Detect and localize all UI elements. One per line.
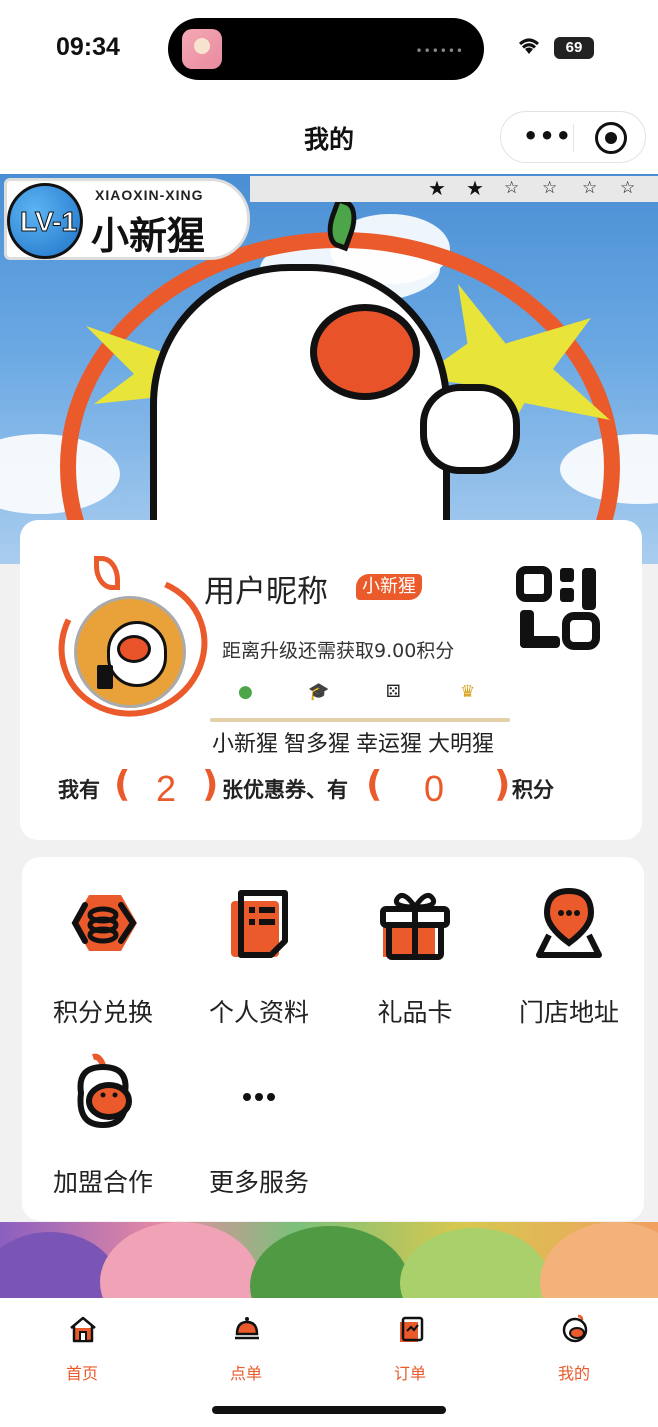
gift-box-icon <box>380 892 450 960</box>
watermelon-illustration <box>250 1226 410 1298</box>
service-gift-card[interactable]: 礼品卡 <box>340 857 490 1027</box>
service-profile[interactable]: 个人资料 <box>184 857 334 1027</box>
avatar[interactable] <box>74 596 186 708</box>
level-circle: LV-1 <box>7 183 83 259</box>
level-banner: ★ ★ ☆ ☆ ☆ ☆ LV-1 XIAOXIN-XING 小新猩 <box>0 174 658 564</box>
battery-icon: 69 <box>554 37 594 59</box>
home-icon <box>70 1316 96 1343</box>
mini-program-capsule: ••• <box>500 111 646 163</box>
monkey-mascot-icon <box>77 1053 132 1129</box>
star-outline-icon: ☆ <box>582 178 598 198</box>
order-list-icon <box>400 1316 424 1342</box>
level-name-cn: 小新猩 <box>91 214 206 258</box>
mascot-face <box>310 304 420 400</box>
paren-close: ) <box>494 764 511 805</box>
summary-prefix: 我有 <box>58 778 100 802</box>
points-count[interactable]: 0 <box>412 768 456 810</box>
avatar-wrap[interactable] <box>38 554 228 738</box>
level-stars: ★ ★ ☆ ☆ ☆ ☆ <box>250 176 658 202</box>
home-indicator <box>212 1406 446 1414</box>
star-filled-icon: ★ <box>428 176 446 200</box>
fruit-decoration-strip <box>0 1222 658 1298</box>
points-exchange-icon <box>71 895 137 951</box>
profile-card: 用户昵称 小新猩 距离升级还需获取9.00积分 ● 🎓 ⚄ ♛ 小新猩 智多猩 幸运… <box>20 520 642 840</box>
level-name-en: XIAOXIN-XING <box>95 187 204 203</box>
account-summary: 我有 ( 2 ) 张优惠券、有 ( 0 ) 积分 <box>58 764 618 814</box>
service-label: 个人资料 <box>208 998 309 1027</box>
tab-mine[interactable]: 我的 <box>514 1314 634 1384</box>
dynamic-island: •••••• <box>168 18 484 80</box>
summary-mid: 张优惠券、有 <box>222 778 348 802</box>
crown-icon: ♛ <box>460 682 476 702</box>
app-icon <box>182 29 222 69</box>
star-outline-icon: ☆ <box>620 178 636 198</box>
service-label: 礼品卡 <box>377 998 453 1027</box>
level-progress-line <box>210 718 510 722</box>
target-icon[interactable] <box>595 122 627 154</box>
star-outline-icon: ☆ <box>504 178 520 198</box>
level-names: 小新猩 智多猩 幸运猩 大明猩 <box>212 726 500 758</box>
service-label: 积分兑换 <box>52 998 153 1027</box>
tab-order-now[interactable]: 点单 <box>186 1314 306 1384</box>
tab-label: 点单 <box>229 1364 262 1383</box>
tab-label: 首页 <box>65 1364 98 1383</box>
tab-home[interactable]: 首页 <box>22 1314 142 1384</box>
star-outline-icon: ☆ <box>542 178 558 198</box>
level-name: 幸运猩 <box>356 732 423 757</box>
more-dots-icon <box>243 1093 275 1101</box>
service-franchise[interactable]: 加盟合作 <box>28 1027 178 1197</box>
upgrade-tip: 距离升级还需获取9.00积分 <box>222 640 455 662</box>
user-nickname[interactable]: 用户昵称 <box>204 566 328 611</box>
lime-illustration <box>400 1228 550 1298</box>
qr-code-icon[interactable] <box>516 566 604 652</box>
level-name: 大明猩 <box>428 732 495 757</box>
service-points-exchange[interactable]: 积分兑换 <box>28 857 178 1027</box>
service-label: 加盟合作 <box>52 1168 153 1197</box>
status-bar: 09:34 •••••• 69 <box>0 0 658 96</box>
level-name: 智多猩 <box>284 732 351 757</box>
level-icons: ● 🎓 ⚄ ♛ <box>216 682 516 706</box>
location-pin-icon <box>536 887 602 958</box>
capsule-divider <box>573 124 574 152</box>
drink-cup-icon <box>97 665 113 689</box>
star-filled-icon: ★ <box>466 176 484 200</box>
mascot-body <box>150 264 450 564</box>
service-label: 门店地址 <box>518 998 619 1027</box>
tab-orders[interactable]: 订单 <box>350 1314 470 1384</box>
wifi-icon <box>519 38 539 54</box>
coupon-count[interactable]: 2 <box>144 768 188 810</box>
summary-suffix: 积分 <box>512 778 554 802</box>
service-bell-icon <box>235 1317 259 1340</box>
level-badge: LV-1 XIAOXIN-XING 小新猩 <box>4 178 250 260</box>
level-name: 小新猩 <box>212 732 279 757</box>
monkey-face <box>117 635 151 663</box>
nav-bar: 我的 ••• <box>0 96 658 174</box>
profile-document-icon <box>231 890 288 958</box>
leaf-icon: ● <box>238 682 253 702</box>
status-time: 09:34 <box>56 33 120 61</box>
dice-icon: ⚄ <box>386 682 401 702</box>
ellipsis-icon[interactable]: ••• <box>523 122 572 150</box>
graduation-cap-icon: 🎓 <box>308 682 330 702</box>
tab-label: 我的 <box>557 1364 590 1383</box>
monkey-profile-icon <box>562 1314 588 1343</box>
paren-open: ( <box>114 764 131 805</box>
mascot-hand <box>420 384 520 474</box>
services-card: 积分兑换 个人资料 礼品卡 门店地址 加盟合作 更多服务 <box>22 857 644 1221</box>
level-tag: 小新猩 <box>356 574 422 600</box>
level-code: LV-1 <box>19 206 78 238</box>
service-label: 更多服务 <box>208 1168 309 1197</box>
peach-illustration <box>100 1222 260 1298</box>
paren-open: ( <box>366 764 383 805</box>
paren-close: ) <box>202 764 219 805</box>
mango-illustration <box>540 1222 658 1298</box>
service-store-address[interactable]: 门店地址 <box>494 857 644 1027</box>
island-dots-icon: •••••• <box>415 44 464 58</box>
service-more[interactable]: 更多服务 <box>184 1027 334 1197</box>
tab-label: 订单 <box>393 1364 426 1383</box>
